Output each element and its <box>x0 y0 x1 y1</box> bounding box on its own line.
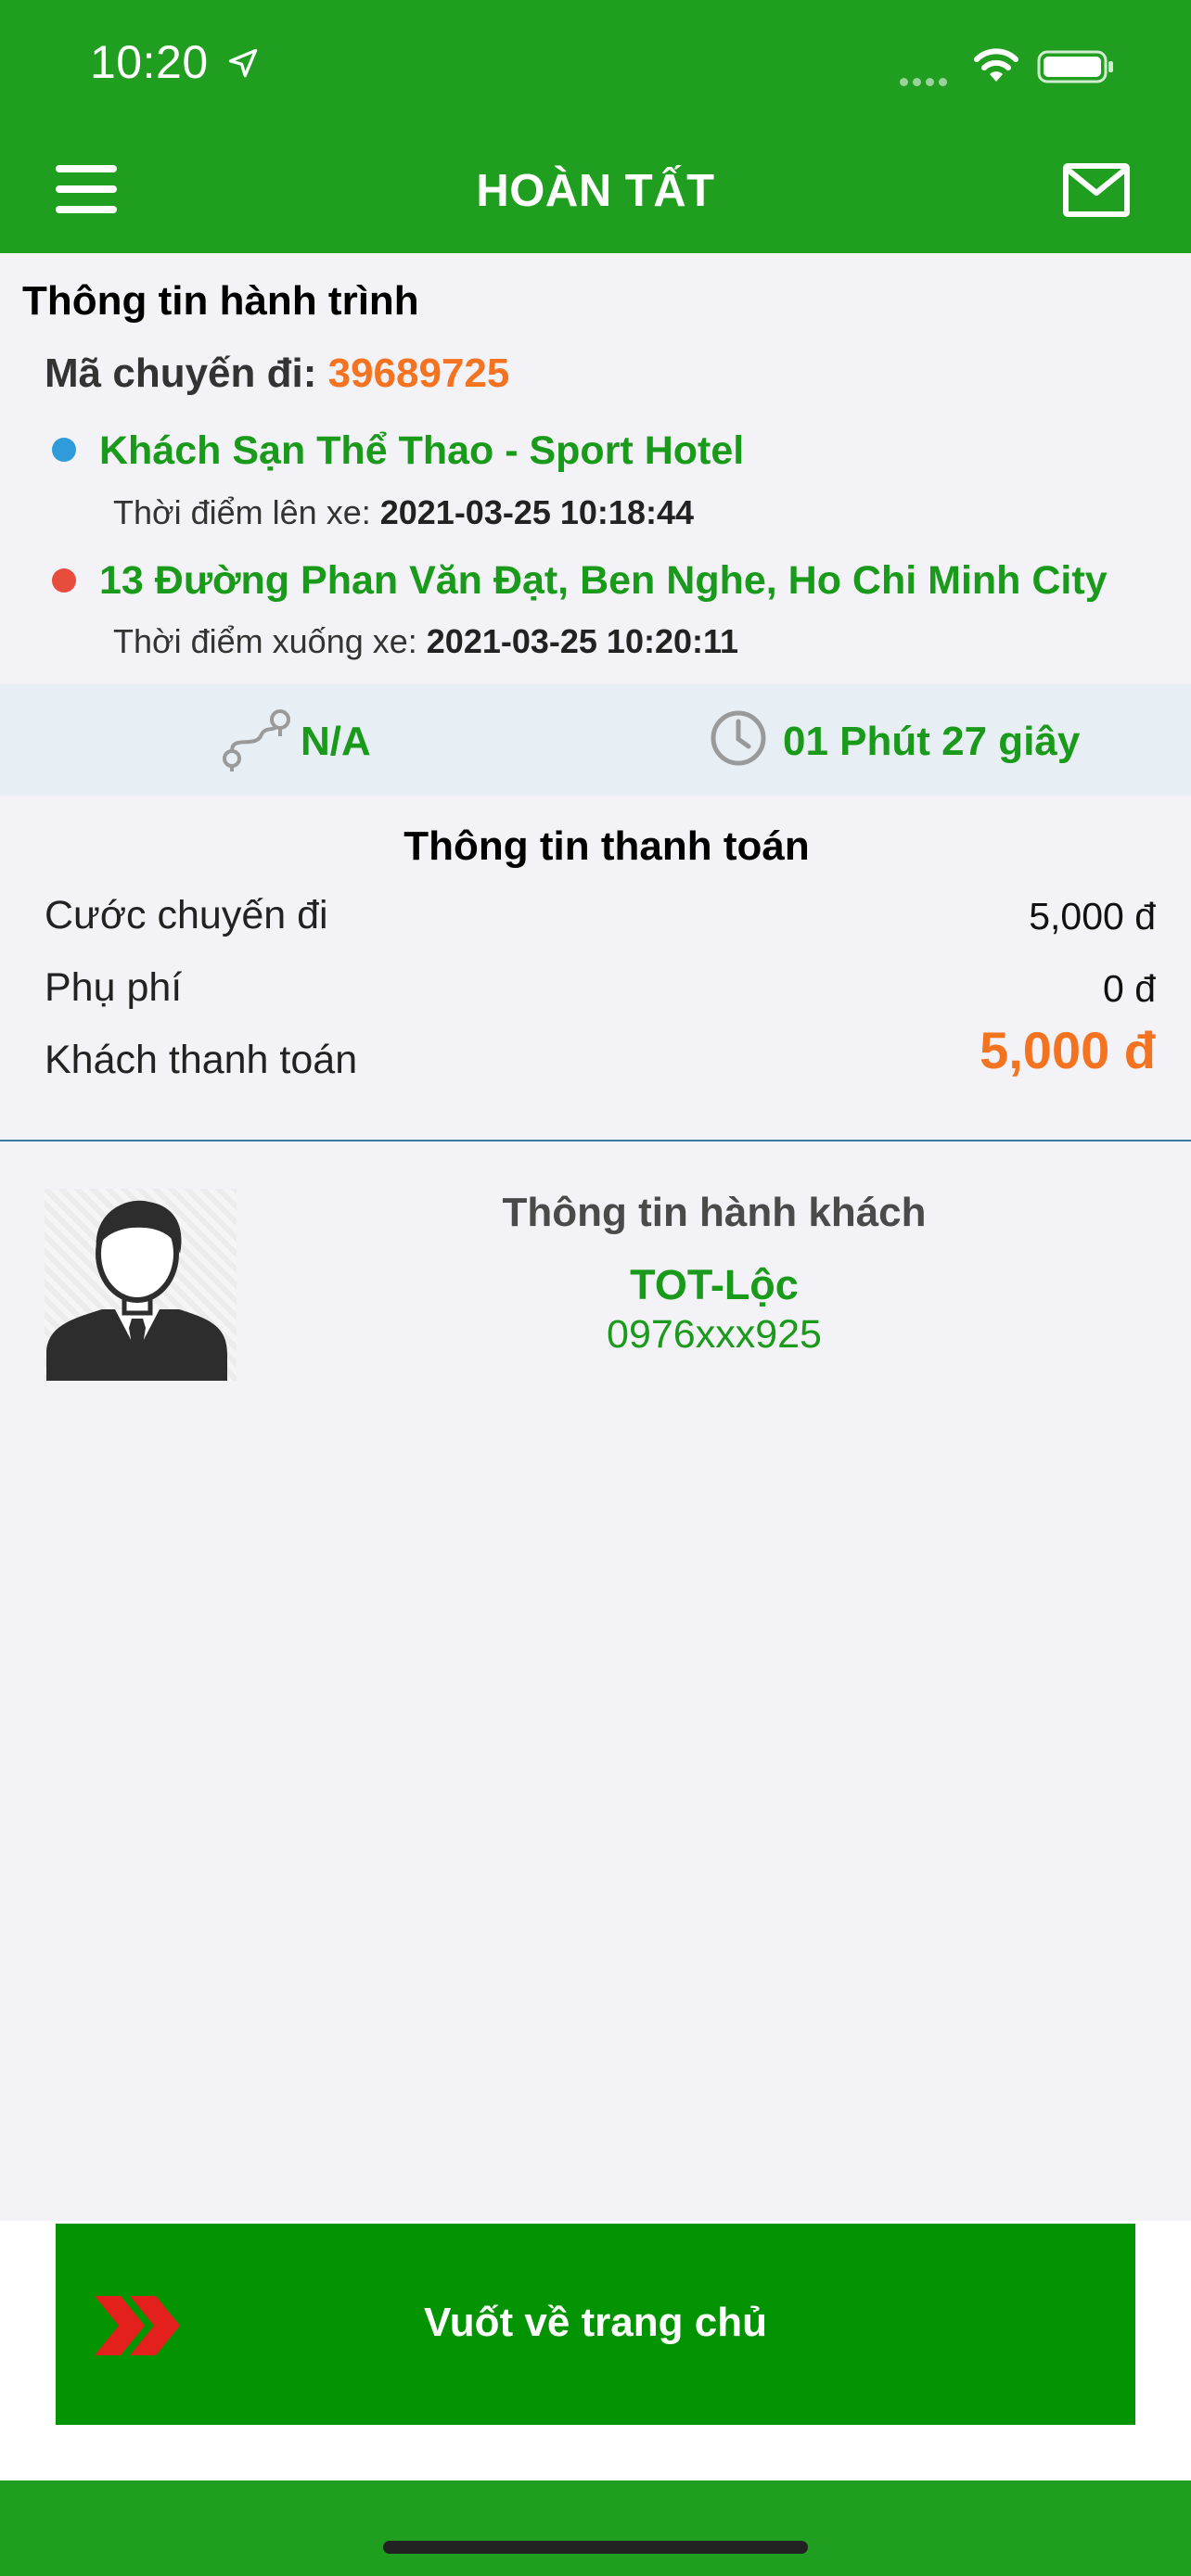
page-title: HOÀN TẤT <box>476 166 715 216</box>
clock-icon <box>711 710 766 766</box>
pickup-time-value: 2021-03-25 10:18:44 <box>379 493 694 531</box>
trip-code-value: 39689725 <box>327 351 510 396</box>
dropoff-time: Thời điểm xuống xe: 2021-03-25 10:20:11 <box>113 622 739 660</box>
battery-icon <box>1037 50 1113 83</box>
dropoff-location: 13 Đường Phan Văn Đạt, Ben Nghe, Ho Chi … <box>99 558 1108 603</box>
total-value: 5,000 đ <box>980 1021 1156 1079</box>
pickup-time: Thời điểm lên xe: 2021-03-25 10:18:44 <box>113 493 694 531</box>
person-icon <box>46 1200 227 1381</box>
pickup-location: Khách Sạn Thể Thao - Sport Hotel <box>99 428 745 473</box>
swipe-home-label: Vuốt về trang chủ <box>424 2300 767 2345</box>
total-label: Khách thanh toán <box>45 1038 358 1082</box>
passenger-name: TOT-Lộc <box>630 1261 799 1308</box>
fare-value: 5,000 đ <box>1029 895 1156 937</box>
app-header: 10:20 HOÀN TẤT <box>0 0 1191 253</box>
pickup-dot-icon <box>52 438 76 462</box>
avatar <box>45 1189 237 1381</box>
wifi-icon <box>974 48 1018 82</box>
dropoff-time-value: 2021-03-25 10:20:11 <box>426 622 739 660</box>
cellular-signal-icon <box>900 74 952 91</box>
bottom-bar <box>0 2480 1191 2576</box>
trip-code-label: Mã chuyến đi: <box>45 351 317 396</box>
section-divider <box>0 1140 1191 1141</box>
passenger-phone: 0976xxx925 <box>607 1312 822 1357</box>
status-time: 10:20 <box>90 36 209 88</box>
swipe-home-button[interactable]: Vuốt về trang chủ <box>56 2224 1135 2425</box>
mail-icon[interactable] <box>1063 163 1130 217</box>
trip-duration: 01 Phút 27 giây <box>783 719 1081 764</box>
trip-distance: N/A <box>301 719 371 764</box>
surcharge-label: Phụ phí <box>45 965 183 1010</box>
location-arrow-icon <box>228 48 258 78</box>
trip-section-title: Thông tin hành trình <box>22 278 419 324</box>
payment-section-title: Thông tin thanh toán <box>403 823 810 869</box>
fare-label: Cước chuyến đi <box>45 893 328 937</box>
dropoff-dot-icon <box>52 568 76 593</box>
route-icon <box>223 709 290 772</box>
trip-code: Mã chuyến đi: 39689725 <box>45 351 509 397</box>
surcharge-value: 0 đ <box>1103 967 1156 1010</box>
home-indicator[interactable] <box>383 2541 808 2554</box>
passenger-section-title: Thông tin hành khách <box>502 1190 927 1235</box>
